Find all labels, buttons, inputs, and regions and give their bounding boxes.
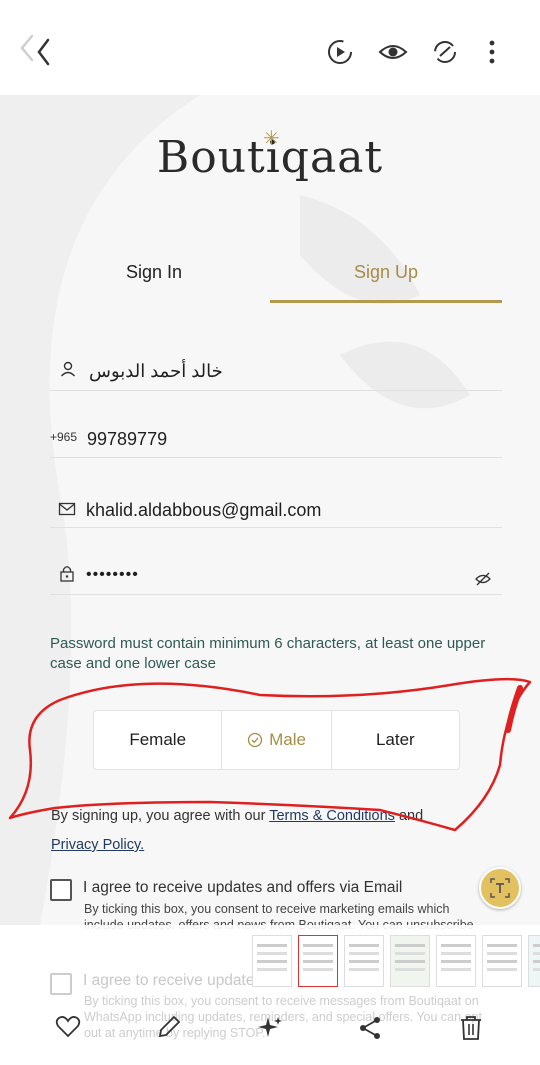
rotate-icon[interactable] — [431, 38, 459, 66]
terms-link[interactable]: Terms & Conditions — [269, 808, 395, 824]
tab-sign-in[interactable]: Sign In — [38, 258, 270, 302]
pencil-icon[interactable] — [156, 1014, 182, 1040]
check-circle-icon — [247, 732, 263, 748]
logo-star-icon: ✳ — [263, 126, 281, 150]
viewer-top-bar — [0, 0, 540, 95]
eye-off-icon[interactable] — [474, 571, 492, 587]
phone-prefix[interactable]: +965 — [50, 430, 77, 444]
email-optin-title: I agree to receive updates and offers vi… — [83, 879, 403, 896]
password-field[interactable]: •••••••• — [86, 566, 139, 584]
sparkle-icon[interactable] — [256, 1014, 284, 1042]
lock-icon — [60, 566, 74, 582]
whatsapp-optin-checkbox[interactable] — [50, 973, 72, 995]
gender-option-later[interactable]: Later — [332, 711, 459, 769]
more-vertical-icon[interactable] — [482, 38, 502, 66]
name-underline — [50, 390, 502, 391]
thumbnail[interactable] — [344, 935, 384, 987]
mail-icon — [58, 502, 76, 516]
thumbnail-strip — [252, 935, 540, 987]
phone-field[interactable]: 99789779 — [87, 429, 167, 450]
thumbnail[interactable] — [436, 935, 476, 987]
thumbnail[interactable] — [390, 935, 430, 987]
email-optin-checkbox[interactable] — [50, 879, 72, 901]
share-icon[interactable] — [357, 1015, 383, 1041]
heart-icon[interactable] — [55, 1015, 81, 1039]
password-underline — [50, 594, 502, 595]
tab-sign-up[interactable]: Sign Up — [270, 258, 502, 302]
text-scan-icon[interactable] — [479, 867, 521, 909]
terms-agreement: By signing up, you agree with our Terms … — [51, 808, 424, 824]
thumbnail[interactable] — [252, 935, 292, 987]
eye-icon[interactable] — [378, 38, 408, 66]
trash-icon[interactable] — [458, 1014, 484, 1042]
whatsapp-optin-desc: By ticking this box, you consent to rece… — [84, 994, 482, 1040]
thumbnail[interactable] — [482, 935, 522, 987]
phone-underline — [50, 457, 502, 458]
gender-option-male[interactable]: Male — [222, 711, 332, 769]
email-field[interactable]: khalid.aldabbous@gmail.com — [86, 500, 321, 521]
user-icon — [60, 361, 76, 377]
privacy-link[interactable]: Privacy Policy. — [51, 837, 144, 853]
chevron-left-icon[interactable] — [18, 32, 62, 72]
play-icon[interactable] — [326, 38, 354, 66]
thumbnail[interactable] — [528, 935, 540, 987]
gender-option-female[interactable]: Female — [94, 711, 223, 769]
brand-logo: Boutiqaat ✳ — [156, 126, 384, 183]
active-tab-indicator — [270, 300, 502, 303]
password-hint: Password must contain minimum 6 characte… — [50, 635, 486, 672]
whatsapp-optin-title: I agree to receive updates and offers vi… — [83, 972, 253, 989]
thumbnail[interactable] — [298, 935, 338, 987]
gender-selector: Female Male Later — [93, 710, 460, 770]
name-field[interactable]: خالد أحمد الدبوس — [89, 361, 223, 382]
email-underline — [50, 527, 502, 528]
